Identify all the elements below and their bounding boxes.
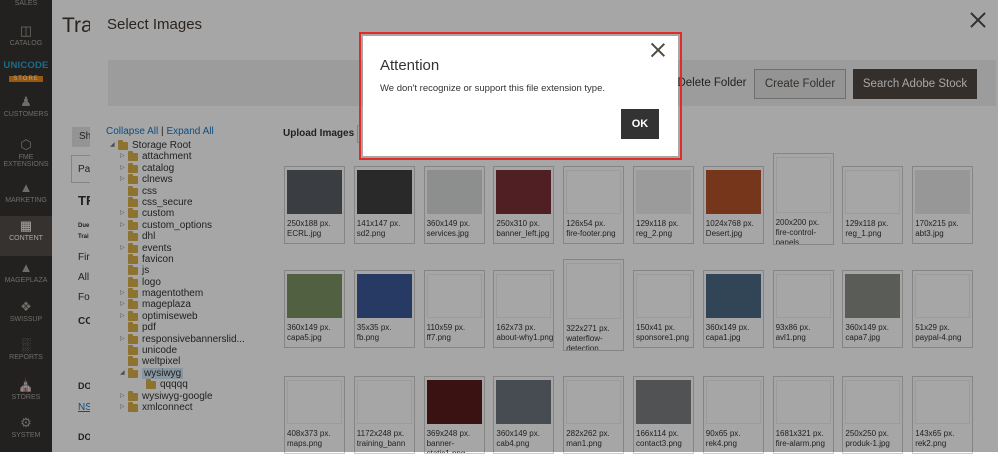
ok-button[interactable]: OK: [621, 109, 659, 139]
modal-message: We don't recognize or support this file …: [380, 83, 606, 94]
close-icon[interactable]: [651, 43, 665, 57]
modal-title: Attention: [380, 57, 440, 74]
attention-modal: Attention We don't recognize or support …: [363, 36, 678, 156]
attention-modal-highlight: Attention We don't recognize or support …: [359, 32, 682, 160]
